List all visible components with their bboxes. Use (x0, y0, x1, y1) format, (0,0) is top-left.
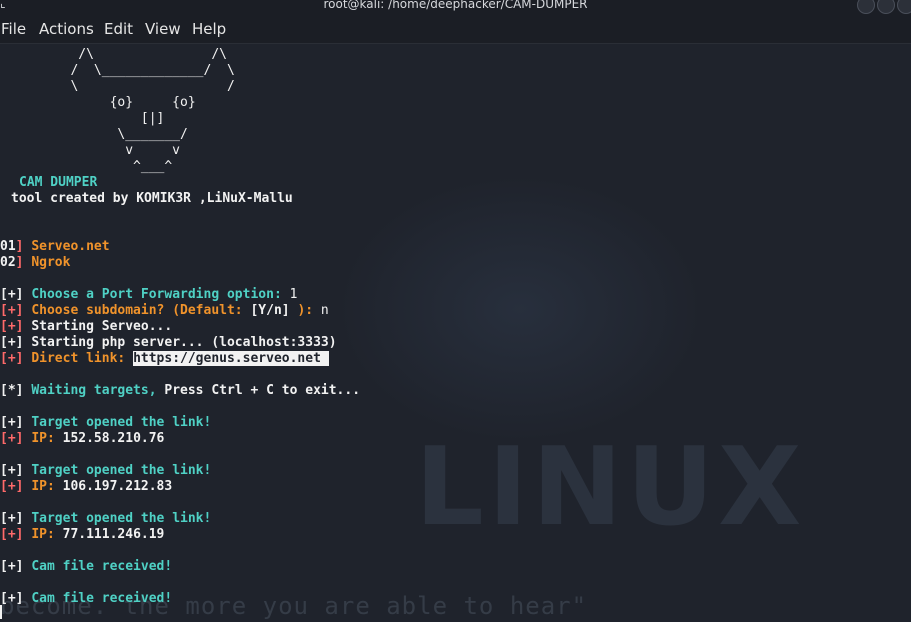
bracket-icon: ] (15, 239, 24, 254)
menu-file[interactable]: File (1, 20, 26, 38)
banner-line: \ / (0, 79, 235, 94)
log-cam-received: [+] Cam file received! (0, 591, 173, 606)
terminal-cursor (0, 605, 2, 619)
log-cam-received: [+] Cam file received! (0, 559, 173, 574)
option-01: 01] Serveo.net (0, 239, 110, 255)
menu-help[interactable]: Help (192, 20, 226, 38)
menu-actions[interactable]: Actions (39, 20, 94, 38)
banner-line: \_______/ (0, 127, 188, 142)
banner-line: {o} {o} (0, 95, 196, 110)
log-target-ip: [+] IP: 152.58.210.76 (0, 431, 165, 446)
log-starting-php: [+] Starting php server... (localhost:33… (0, 335, 337, 350)
terminal-area[interactable]: LINUX become. the more you are able to h… (0, 44, 911, 622)
log-target-opened: [+] Target opened the link! (0, 511, 212, 526)
watermark-logo: LINUX (415, 425, 806, 550)
log-target-opened: [+] Target opened the link! (0, 415, 212, 430)
option-02: 02] Ngrok (0, 255, 70, 271)
option-label: Serveo.net (31, 239, 110, 254)
window-titlebar: ⌞ root@kali: /home/deephacker/CAM-DUMPER (0, 0, 911, 16)
banner-line: /\ /\ (0, 47, 227, 62)
log-target-ip: [+] IP: 106.197.212.83 (0, 479, 173, 494)
option-number: 02 (0, 255, 16, 270)
banner-line: [|] (0, 111, 165, 126)
tool-credit: tool created by KOMIK3R ,LiNuX-Mallu (11, 191, 293, 206)
option-number: 01 (0, 239, 16, 254)
log-direct-link: [+] Direct link: https://genus.serveo.ne… (0, 351, 329, 366)
close-button[interactable] (897, 0, 911, 14)
log-choose-port: [+] Choose a Port Forwarding option: 1 (0, 287, 298, 302)
menu-view[interactable]: View (145, 20, 181, 38)
bracket-icon: ] (15, 255, 24, 270)
window-title: root@kali: /home/deephacker/CAM-DUMPER (323, 0, 588, 11)
banner-line: ^___^ (0, 159, 173, 174)
maximize-button[interactable] (877, 0, 895, 14)
tool-name: CAM DUMPER (19, 175, 98, 190)
menu-edit[interactable]: Edit (104, 20, 133, 38)
log-choose-subdomain: [+] Choose subdomain? (Default: [Y/n] ):… (0, 303, 329, 318)
log-waiting: [*] Waiting targets, Press Ctrl + C to e… (0, 383, 361, 398)
banner-line: / \_____________/ \ (0, 63, 235, 78)
minimize-button[interactable] (857, 0, 875, 14)
option-label: Ngrok (31, 255, 71, 270)
log-target-opened: [+] Target opened the link! (0, 463, 212, 478)
menu-bar: File Actions Edit View Help (0, 16, 911, 44)
log-target-ip: [+] IP: 77.111.246.19 (0, 527, 165, 542)
log-starting-serveo: [+] Starting Serveo... (0, 319, 173, 334)
banner-line: v v (0, 143, 181, 158)
direct-link-url[interactable]: https://genus.serveo.net (133, 351, 329, 366)
